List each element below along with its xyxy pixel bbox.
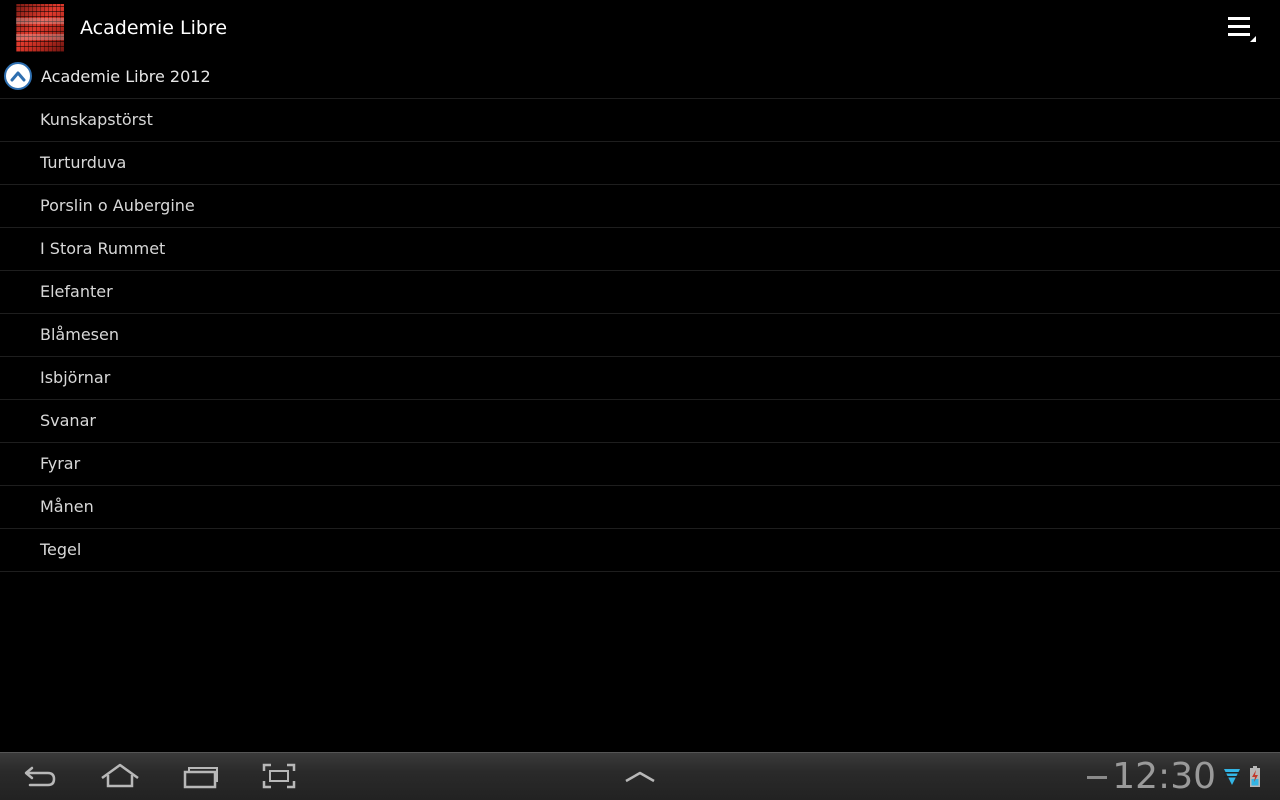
action-bar: Academie Libre — [0, 0, 1280, 56]
list-item[interactable]: Svanar — [0, 400, 1280, 443]
list-item[interactable]: Fyrar — [0, 443, 1280, 486]
app-title: Academie Libre — [80, 17, 228, 39]
recent-apps-icon[interactable] — [181, 759, 221, 793]
group-header[interactable]: Academie Libre 2012 — [0, 56, 1280, 99]
list-item-label: Fyrar — [40, 454, 81, 473]
list-item-label: Tegel — [40, 540, 82, 559]
list-item-label: Svanar — [40, 411, 96, 430]
list-item[interactable]: Månen — [0, 486, 1280, 529]
back-icon[interactable] — [20, 759, 60, 793]
chevron-up-icon[interactable] — [620, 759, 660, 793]
overflow-menu-icon[interactable] — [1226, 14, 1256, 42]
list-item-label: Elefanter — [40, 282, 113, 301]
list-item-label: I Stora Rummet — [40, 239, 166, 258]
list-item[interactable]: Porslin o Aubergine — [0, 185, 1280, 228]
home-icon[interactable] — [100, 759, 140, 793]
chevron-up-icon[interactable] — [4, 62, 32, 90]
list-item-label: Isbjörnar — [40, 368, 111, 387]
clock[interactable]: 12:30 — [1112, 755, 1216, 799]
screenshot-icon[interactable] — [260, 759, 300, 793]
item-list: Kunskapstörst Turturduva Porslin o Auber… — [0, 99, 1280, 572]
group-title: Academie Libre 2012 — [41, 67, 211, 86]
battery-icon — [1249, 766, 1261, 792]
system-bar: 12:30 — [0, 752, 1280, 800]
screen: Academie Libre Academie Libre 2012 Kunsk… — [0, 0, 1280, 800]
list-item[interactable]: Blåmesen — [0, 314, 1280, 357]
list-item[interactable]: Kunskapstörst — [0, 99, 1280, 142]
notification-indicator[interactable] — [1087, 776, 1107, 779]
list-item[interactable]: Turturduva — [0, 142, 1280, 185]
list-item[interactable]: Elefanter — [0, 271, 1280, 314]
list-item[interactable]: Tegel — [0, 529, 1280, 572]
list-item-label: Månen — [40, 497, 94, 516]
app-logo-icon[interactable] — [16, 4, 64, 52]
list-item[interactable]: I Stora Rummet — [0, 228, 1280, 271]
wifi-icon — [1224, 767, 1240, 791]
list-item[interactable]: Isbjörnar — [0, 357, 1280, 400]
list-item-label: Kunskapstörst — [40, 110, 153, 129]
list-item-label: Porslin o Aubergine — [40, 196, 195, 215]
list-item-label: Turturduva — [40, 153, 127, 172]
list-item-label: Blåmesen — [40, 325, 119, 344]
